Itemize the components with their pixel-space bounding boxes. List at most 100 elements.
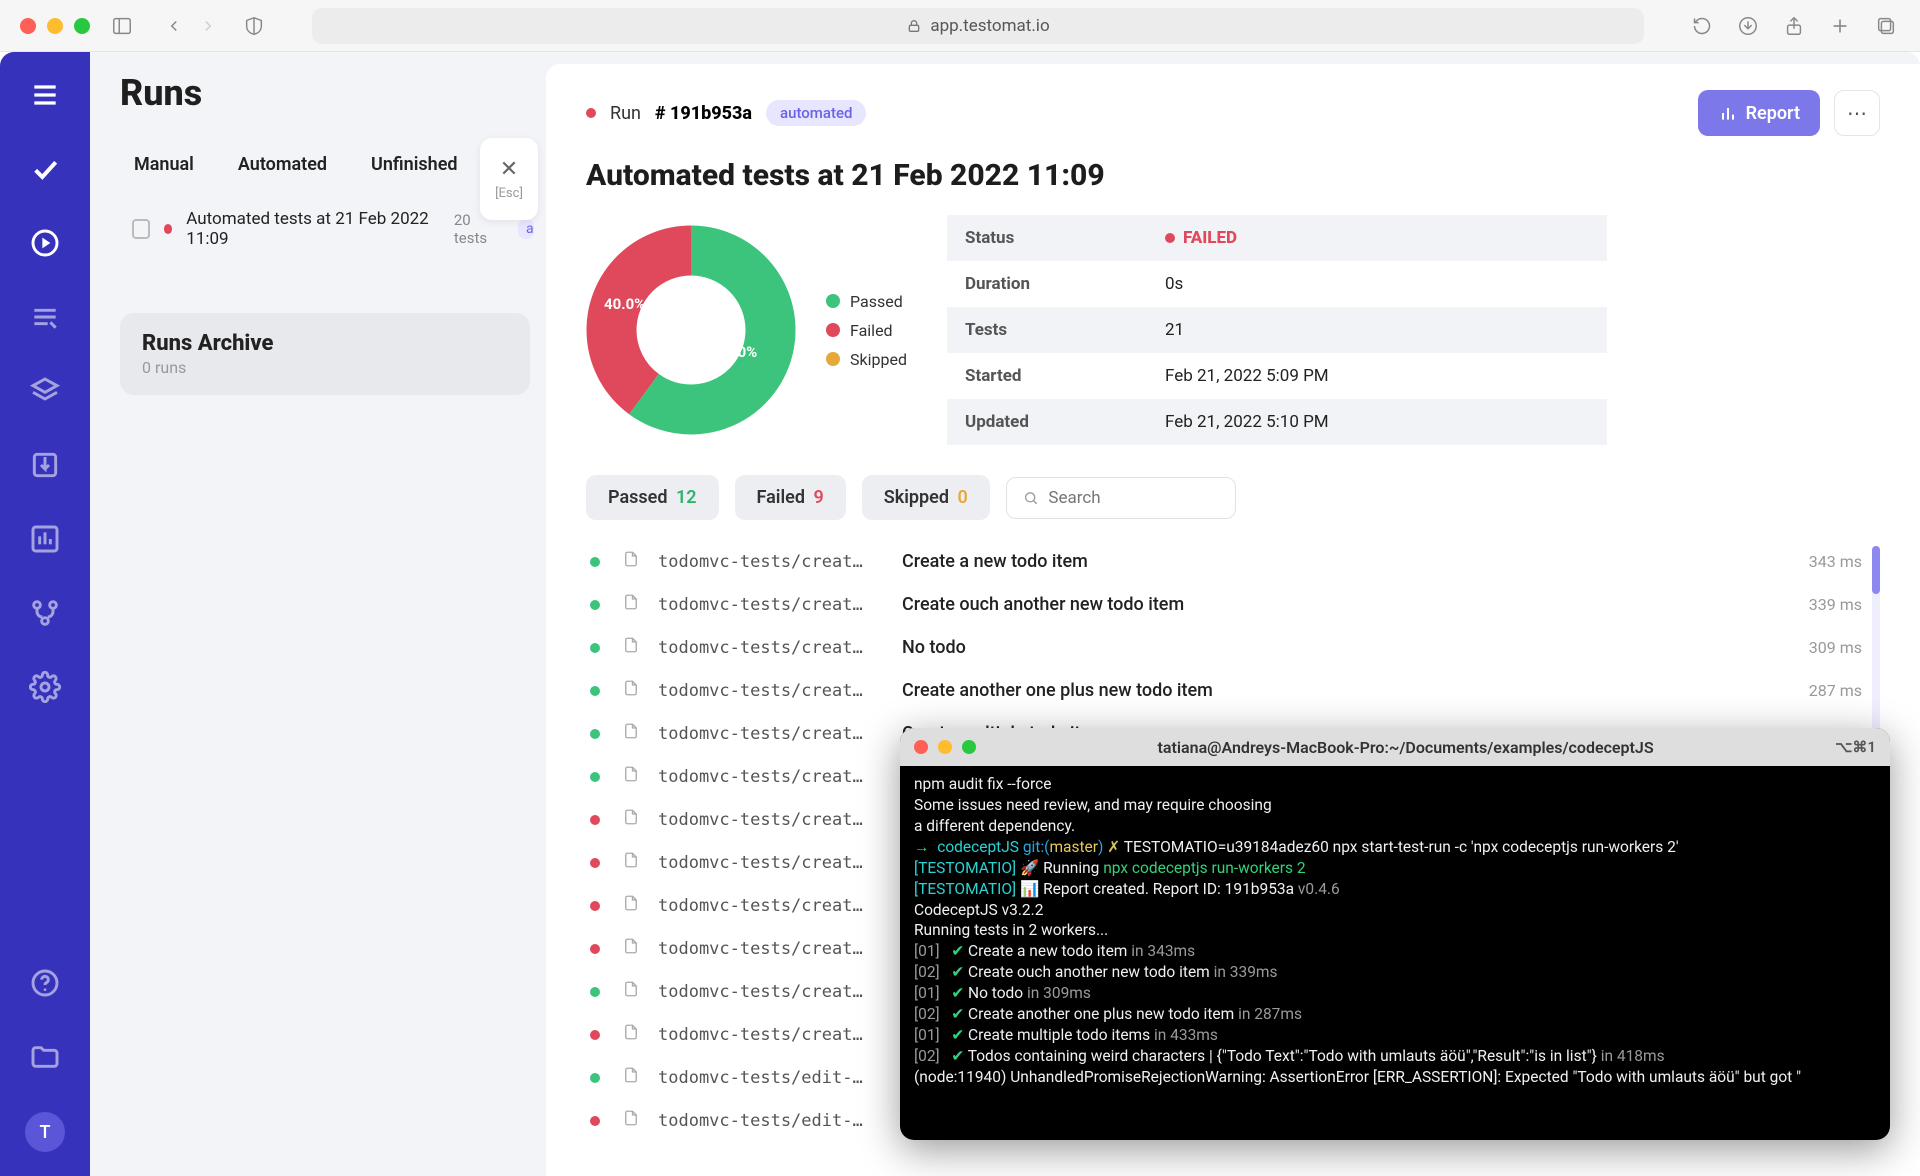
test-row[interactable]: todomvc-tests/creat…No todo309 ms [586,628,1866,667]
filter-failed[interactable]: Failed 9 [735,475,846,520]
downloads-icon[interactable] [1734,12,1762,40]
avatar[interactable]: T [25,1112,65,1152]
status-badge: FAILED [1165,228,1589,248]
branch-icon[interactable] [26,594,64,632]
import-icon[interactable] [26,446,64,484]
status-dot-fail-icon [590,1116,600,1126]
detail-title: Automated tests at 21 Feb 2022 11:09 [586,158,1880,193]
donut-legend: Passed Failed Skipped [826,292,907,369]
minimize-window-icon[interactable] [938,740,952,754]
file-icon [622,1023,644,1046]
terminal-line: Running tests in 2 workers... [914,920,1876,941]
minimize-window-icon[interactable] [47,18,63,34]
maximize-window-icon[interactable] [74,18,90,34]
bar-chart-icon [1718,103,1738,123]
runs-archive-card[interactable]: Runs Archive 0 runs [120,313,530,395]
test-file-path: todomvc-tests/creat… [658,638,888,658]
test-name: No todo [902,637,1795,658]
legend-pass-label: Passed [850,292,903,311]
status-dot-pass-icon [590,557,600,567]
shield-icon[interactable] [240,12,268,40]
file-icon [622,765,644,788]
new-tab-icon[interactable] [1826,12,1854,40]
terminal-line: [02] ✔ Todos containing weird characters… [914,1046,1876,1067]
run-name: Automated tests at 21 Feb 2022 11:09 [186,209,434,249]
filter-skipped-label: Skipped [884,487,949,508]
forward-icon[interactable] [194,12,222,40]
file-icon [622,636,644,659]
projects-icon[interactable] [26,1038,64,1076]
info-row: Duration0s [947,261,1607,307]
search-input[interactable] [1048,488,1218,508]
info-row: UpdatedFeb 21, 2022 5:10 PM [947,399,1607,445]
report-button[interactable]: Report [1698,90,1820,136]
test-file-path: todomvc-tests/creat… [658,767,888,787]
test-file-path: todomvc-tests/creat… [658,724,888,744]
close-window-icon[interactable] [20,18,36,34]
layers-icon[interactable] [26,372,64,410]
checkbox[interactable] [132,219,150,239]
test-duration: 343 ms [1809,552,1862,571]
tab-overview-icon[interactable] [1872,12,1900,40]
settings-icon[interactable] [26,668,64,706]
menu-icon[interactable] [26,76,64,114]
terminal-line: [TESTOMATIO] 🚀 Running npx codeceptjs ru… [914,858,1876,879]
status-dot-failed-icon [164,224,173,234]
close-detail-button[interactable]: ✕ [Esc] [480,138,538,220]
status-dot-pass-icon [590,987,600,997]
analytics-icon[interactable] [26,520,64,558]
terminal-line: → codeceptJS git:(master) ✗ TESTOMATIO=u… [914,837,1876,858]
reload-icon[interactable] [1688,12,1716,40]
archive-title: Runs Archive [142,331,508,356]
status-dot-fail-icon [590,815,600,825]
run-badge-partial: a [518,219,534,239]
tab-automated[interactable]: Automated [238,154,327,175]
test-file-path: todomvc-tests/creat… [658,939,888,959]
terminal-line: (node:11940) UnhandledPromiseRejectionWa… [914,1067,1876,1088]
terminal-body[interactable]: npm audit fix --forceSome issues need re… [900,766,1890,1096]
lock-icon [906,18,922,34]
check-icon[interactable] [26,150,64,188]
browser-chrome: app.testomat.io [0,0,1920,52]
test-row[interactable]: todomvc-tests/creat…Create another one p… [586,671,1866,710]
info-key: Duration [947,264,1147,304]
filter-skipped[interactable]: Skipped 0 [862,475,990,520]
filter-passed[interactable]: Passed 12 [586,475,719,520]
close-window-icon[interactable] [914,740,928,754]
help-icon[interactable] [26,964,64,1002]
search-field[interactable] [1006,477,1236,519]
donut-chart: 60.0% 40.0% Passed Failed Skipped [586,215,907,445]
run-hash: # 191b953a [655,103,752,124]
file-icon [622,679,644,702]
legend-fail-icon [826,323,840,337]
terminal-title: tatiana@Andreys-MacBook-Pro:~/Documents/… [986,738,1825,757]
terminal-line: [TESTOMATIO] 📊 Report created. Report ID… [914,879,1876,900]
donut-fail-label: 40.0% [604,295,645,313]
file-icon [622,550,644,573]
more-button[interactable]: ⋯ [1834,90,1880,136]
run-label: Run [610,103,641,124]
maximize-window-icon[interactable] [962,740,976,754]
sidebar-toggle-icon[interactable] [108,12,136,40]
address-bar[interactable]: app.testomat.io [312,8,1644,44]
test-row[interactable]: todomvc-tests/creat…Create a new todo it… [586,542,1866,581]
file-icon [622,808,644,831]
run-id-line: Run # 191b953a automated [586,100,866,126]
back-icon[interactable] [160,12,188,40]
tab-manual[interactable]: Manual [134,154,194,175]
scrollbar-thumb[interactable] [1872,546,1880,594]
file-icon [622,593,644,616]
tab-unfinished[interactable]: Unfinished [371,154,457,175]
share-icon[interactable] [1780,12,1808,40]
sidebar: T [0,52,90,1176]
plans-icon[interactable] [26,298,64,336]
terminal-line: npm audit fix --force [914,774,1876,795]
test-file-path: todomvc-tests/creat… [658,552,888,572]
test-duration: 339 ms [1809,595,1862,614]
filter-passed-label: Passed [608,487,667,508]
runs-icon[interactable] [26,224,64,262]
info-key: Tests [947,310,1147,350]
test-row[interactable]: todomvc-tests/creat…Create ouch another … [586,585,1866,624]
automated-badge: automated [766,100,866,126]
run-info-table: StatusFAILEDDuration0sTests21StartedFeb … [947,215,1607,445]
